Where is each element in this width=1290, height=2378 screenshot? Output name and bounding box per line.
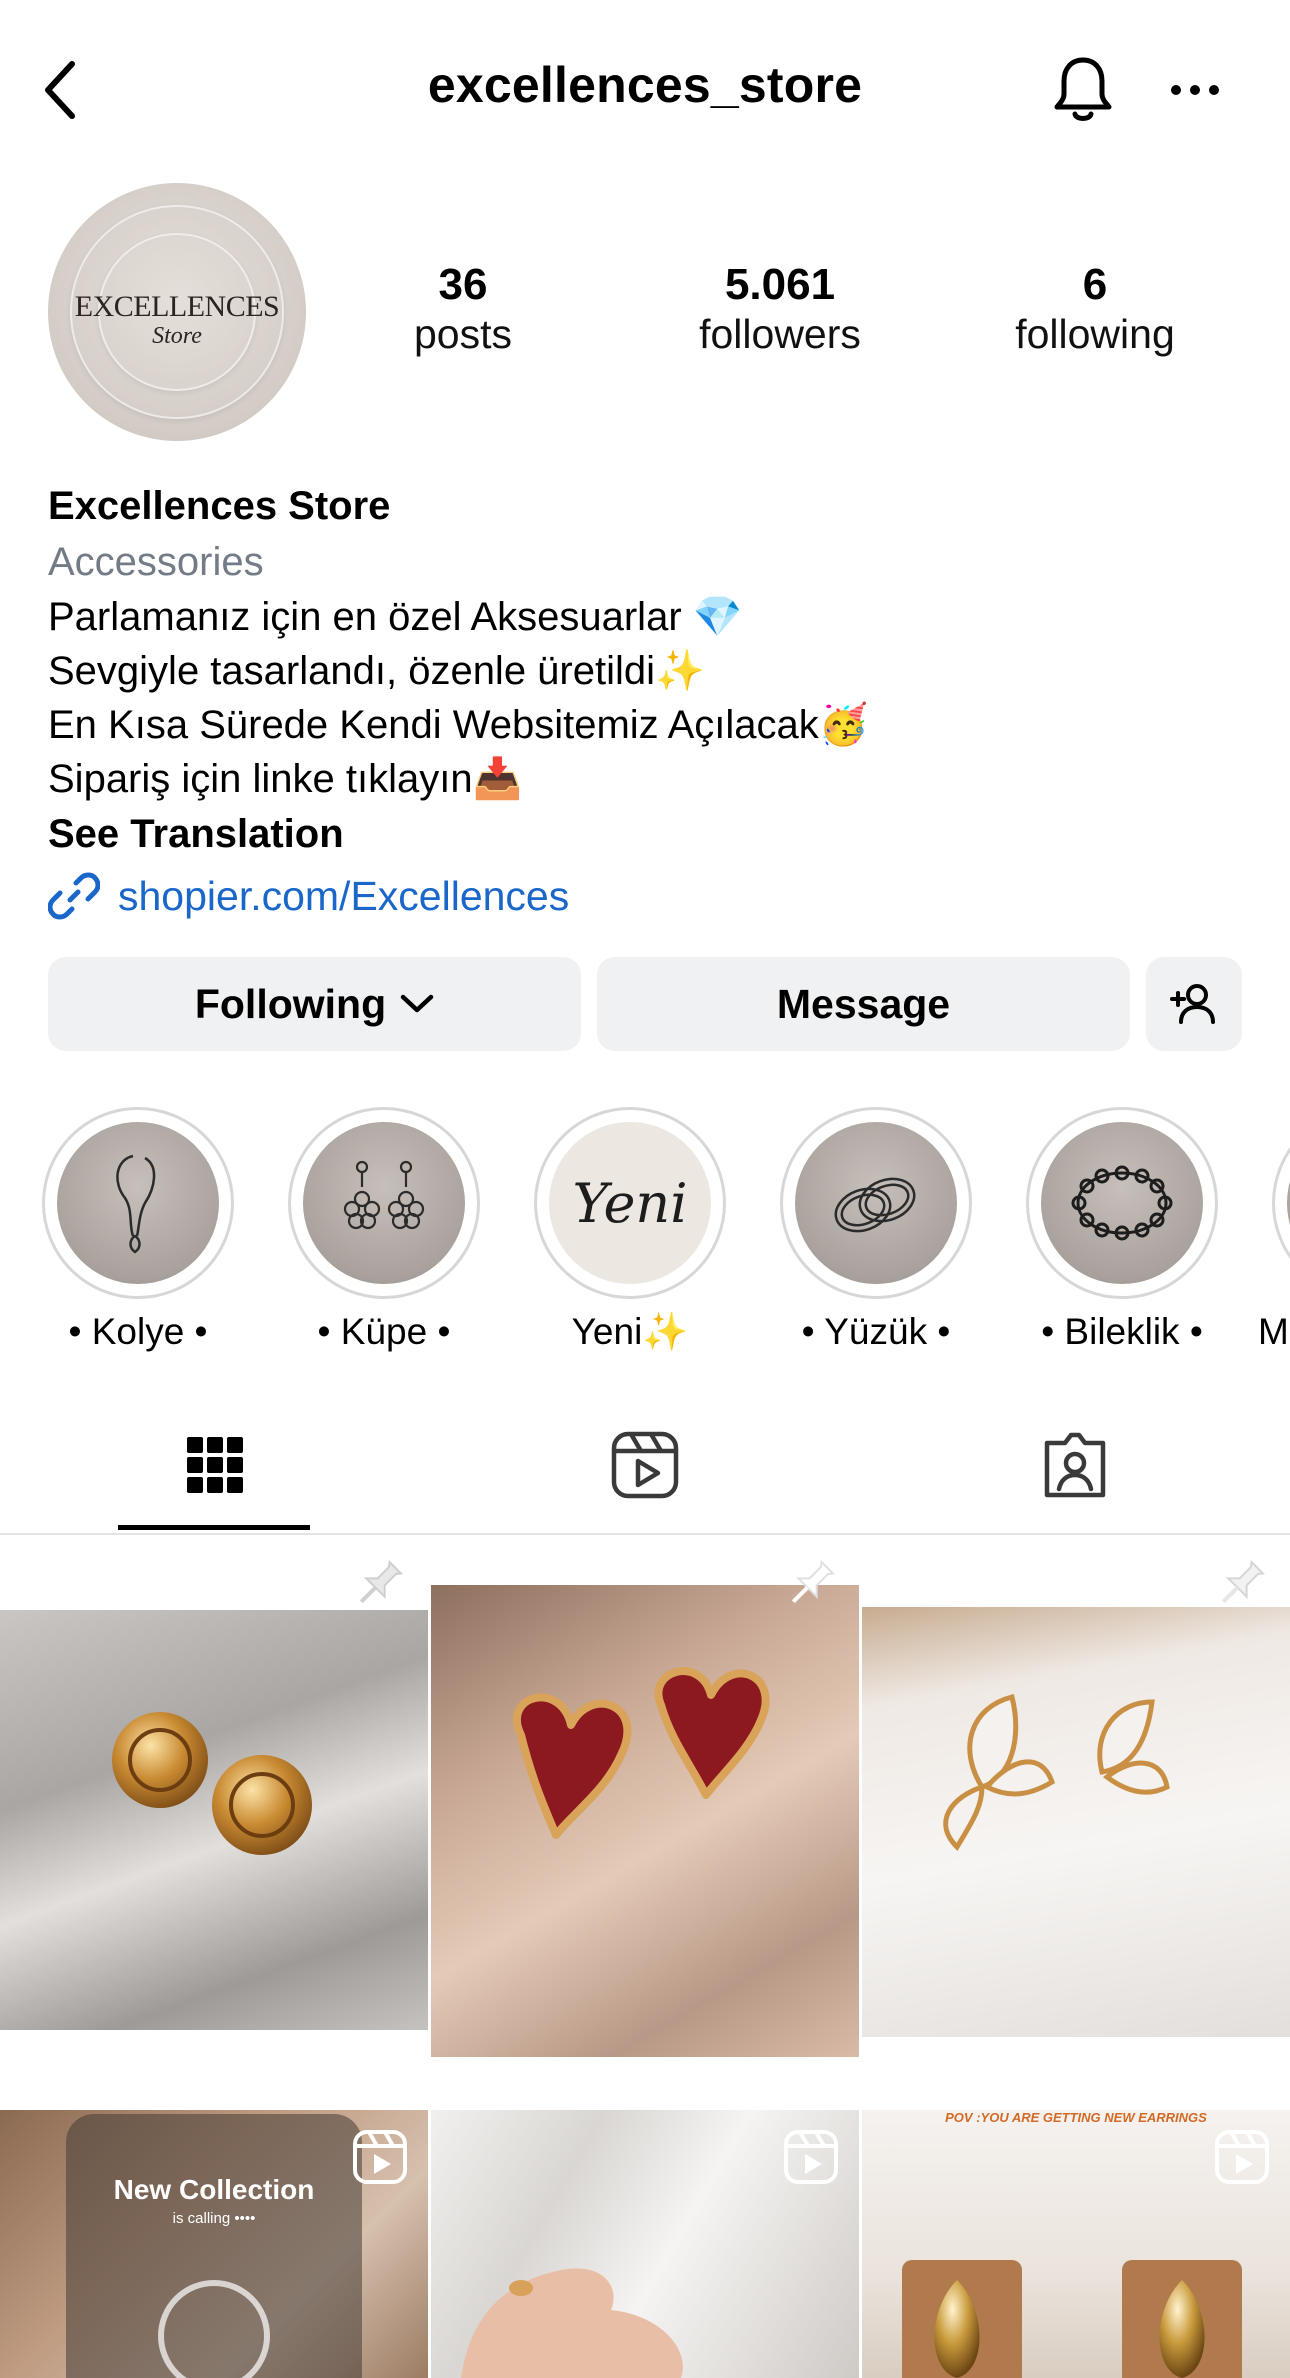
highlight-kolye[interactable]: • Kolye • — [42, 1107, 234, 1353]
grid-icon — [187, 1437, 243, 1493]
avatar-logo-subtext: Store — [152, 323, 202, 349]
reel-icon — [353, 2130, 407, 2184]
notifications-button[interactable] — [1045, 50, 1121, 130]
stat-posts-value: 36 — [438, 260, 488, 309]
rings-icon — [834, 1177, 916, 1233]
stat-posts-label: posts — [414, 311, 512, 357]
active-tab-indicator — [118, 1525, 310, 1530]
post-tile[interactable] — [431, 1585, 859, 2057]
highlight-label: • Bileklik • — [1041, 1311, 1203, 1352]
see-translation-link[interactable]: See Translation — [48, 806, 1248, 862]
stat-followers-label: followers — [699, 311, 861, 357]
stat-followers[interactable]: 5.061 followers — [660, 260, 900, 358]
reel-subtitle: is calling •••• — [172, 2210, 256, 2227]
knot-earrings-image — [112, 1712, 312, 1855]
highlight-yeni[interactable]: Yeni Yeni✨ — [534, 1107, 726, 1354]
avatar-logo-text: EXCELLENCES — [74, 290, 280, 323]
bell-icon — [1054, 57, 1112, 121]
bracelet-icon — [1071, 1165, 1173, 1241]
profile-name: Excellences Store — [48, 484, 391, 528]
highlight-label: • Kolye • — [68, 1311, 208, 1352]
tab-reels[interactable] — [430, 1395, 860, 1535]
butterfly-earrings-image — [943, 1693, 1170, 1852]
earrings-icon — [343, 1160, 425, 1230]
top-bar: excellences_store — [0, 0, 1290, 170]
yeni-script-text: Yeni — [572, 1171, 688, 1235]
reel-icon — [784, 2130, 838, 2184]
link-icon — [48, 872, 100, 920]
highlight-label: Yeni✨ — [571, 1311, 689, 1352]
bio-line: Parlamanız için en özel Aksesuarlar 💎 — [48, 595, 743, 639]
add-user-button[interactable] — [1146, 957, 1242, 1051]
stat-following-value: 6 — [1082, 260, 1108, 309]
more-dots-icon — [1171, 85, 1219, 95]
bio-line: Sipariş için linke tıklayın📥 — [48, 757, 523, 801]
tab-tagged[interactable] — [860, 1395, 1290, 1535]
website-url: shopier.com/Excellences — [118, 872, 570, 919]
message-button[interactable]: Message — [597, 957, 1130, 1051]
heart-earrings-image — [512, 1667, 770, 1839]
highlight-partial[interactable]: M — [1258, 1107, 1290, 1353]
stat-following[interactable]: 6 following — [975, 260, 1215, 358]
profile-page: excellences_store EXCELLENCES Store 36 p… — [0, 0, 1290, 2378]
necklace-icon — [116, 1154, 156, 1254]
pin-icon — [1221, 1559, 1266, 1604]
chevron-down-icon — [400, 994, 434, 1013]
highlight-label: • Küpe • — [317, 1311, 451, 1352]
following-button[interactable]: Following — [48, 957, 581, 1051]
website-link[interactable]: shopier.com/Excellences — [48, 866, 1248, 926]
stat-posts[interactable]: 36 posts — [343, 260, 583, 358]
profile-bio: Excellences Store Accessories Parlamanız… — [48, 478, 1248, 926]
message-button-label: Message — [776, 980, 951, 1027]
highlight-label: M — [1258, 1311, 1289, 1352]
highlight-label: • Yüzük • — [801, 1311, 951, 1352]
pin-icon — [791, 1559, 836, 1604]
profile-avatar[interactable]: EXCELLENCES Store — [48, 183, 306, 441]
reels-icon — [611, 1431, 679, 1499]
highlight-kupe[interactable]: • Küpe • — [288, 1107, 480, 1353]
add-user-icon — [1170, 984, 1215, 1024]
reel-icon — [1215, 2130, 1269, 2184]
bio-line: Sevgiyle tasarlandı, özenle üretildi✨ — [48, 649, 705, 693]
highlight-bileklik[interactable]: • Bileklik • — [1026, 1107, 1218, 1353]
post-tile[interactable] — [0, 1610, 428, 2030]
more-options-button[interactable] — [1160, 60, 1230, 120]
bio-line: En Kısa Sürede Kendi Websitemiz Açılacak… — [48, 703, 869, 747]
stat-following-label: following — [1015, 311, 1175, 357]
stat-followers-value: 5.061 — [724, 260, 836, 309]
pin-icon — [359, 1559, 404, 1604]
following-button-label: Following — [194, 980, 387, 1027]
tab-grid[interactable] — [0, 1395, 430, 1535]
tagged-icon — [1044, 1432, 1106, 1498]
highlight-yuzuk[interactable]: • Yüzük • — [780, 1107, 972, 1353]
profile-tabs — [0, 1395, 1290, 1535]
profile-category: Accessories — [48, 540, 264, 584]
post-tile[interactable] — [862, 1607, 1290, 2037]
